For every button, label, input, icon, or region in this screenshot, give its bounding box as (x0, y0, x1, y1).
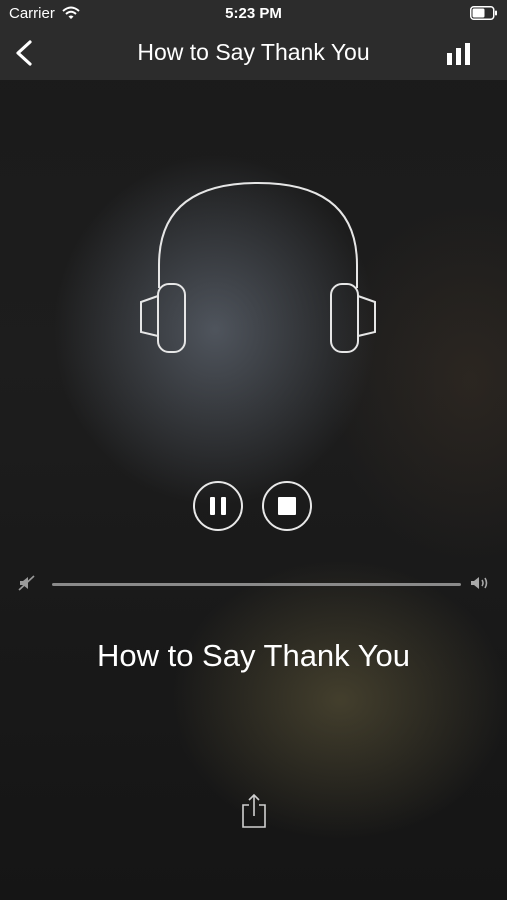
status-bar: Carrier 5:23 PM (0, 0, 507, 28)
volume-slider[interactable] (52, 583, 461, 586)
navigation-bar: How to Say Thank You (0, 28, 507, 81)
clock: 5:23 PM (225, 5, 282, 22)
battery-icon (470, 6, 497, 20)
pause-button[interactable] (193, 481, 243, 531)
volume-mute-icon[interactable] (18, 574, 36, 592)
bar-chart-icon[interactable] (445, 41, 473, 67)
pause-icon-bar (221, 497, 226, 515)
track-title: How to Say Thank You (96, 638, 411, 673)
chevron-left-icon[interactable] (12, 38, 38, 68)
pause-icon (210, 497, 215, 515)
share-icon[interactable] (240, 793, 268, 829)
stop-icon (278, 497, 296, 515)
volume-max-icon[interactable] (470, 574, 492, 592)
page-title: How to Say Thank You (137, 39, 370, 65)
headphones-icon (140, 181, 376, 353)
stop-button[interactable] (262, 481, 312, 531)
background-blur (0, 0, 507, 900)
